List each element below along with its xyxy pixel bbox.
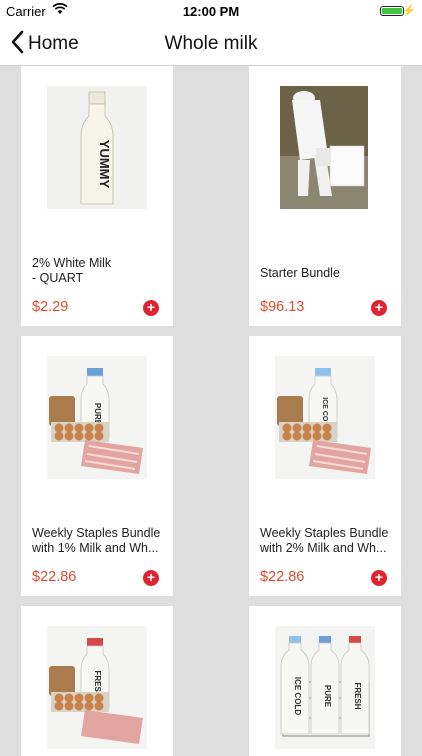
add-to-cart-button[interactable]: + xyxy=(371,570,387,586)
bottle-label-text: PURE xyxy=(323,685,332,708)
product-image: ICE COLD xyxy=(275,356,375,479)
product-image: ICE COLD PURE FRESH xyxy=(275,626,375,749)
navigation-bar: Home Whole milk xyxy=(0,22,422,66)
plus-icon: + xyxy=(146,299,156,315)
add-to-cart-button[interactable]: + xyxy=(143,570,159,586)
product-card[interactable]: Starter Bundle $96.13 + xyxy=(249,66,401,326)
plus-icon: + xyxy=(146,569,156,585)
plus-icon: + xyxy=(374,299,384,315)
product-card[interactable]: ICE COLD PURE FRESH xyxy=(249,606,401,756)
product-name: Starter Bundle xyxy=(260,266,340,280)
clock: 12:00 PM xyxy=(182,4,240,19)
product-image: YUMMY xyxy=(47,86,147,209)
bottle-label-text: ICE COLD xyxy=(293,677,302,715)
product-card[interactable]: ICE COLD Weekly Staples Bundle with 2% M… xyxy=(249,336,401,596)
product-name: Weekly Staples Bundle with 1% Milk and W… xyxy=(32,526,161,555)
back-button[interactable]: Home xyxy=(10,30,79,58)
product-name: Weekly Staples Bundle with 2% Milk and W… xyxy=(260,526,389,555)
battery-icon xyxy=(380,6,404,16)
add-to-cart-button[interactable]: + xyxy=(143,300,159,316)
charging-bolt-icon: ⚡ xyxy=(402,5,416,17)
product-price: $2.29 xyxy=(32,299,69,315)
status-bar: Carrier 12:00 PM ⚡ xyxy=(0,0,422,22)
product-price: $22.86 xyxy=(32,569,77,585)
back-label: Home xyxy=(28,33,79,54)
plus-icon: + xyxy=(374,569,384,585)
product-price: $96.13 xyxy=(260,299,305,315)
product-image xyxy=(280,86,368,209)
add-to-cart-button[interactable]: + xyxy=(371,300,387,316)
product-price: $22.86 xyxy=(260,569,305,585)
product-name: 2% White Milk - QUART xyxy=(32,256,112,285)
bottle-label-text: FRESH xyxy=(353,682,362,709)
product-card[interactable]: PURE Weekly Staples Bundle with 1% Milk … xyxy=(21,336,173,596)
bottle-label-text: YUMMY xyxy=(97,140,112,189)
chevron-left-icon xyxy=(10,30,24,59)
product-image: FRESH xyxy=(47,626,147,749)
product-image: PURE xyxy=(47,356,147,479)
product-card[interactable]: YUMMY 2% White Milk - QUART $2.29 + xyxy=(21,66,173,326)
product-card[interactable]: FRESH xyxy=(21,606,173,756)
